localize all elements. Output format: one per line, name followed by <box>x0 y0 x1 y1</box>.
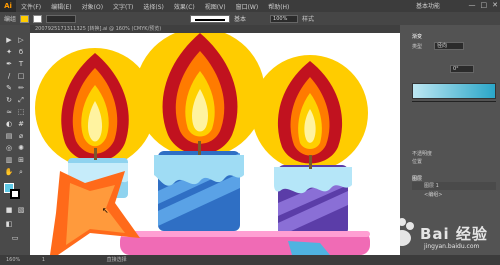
blend-tool-icon[interactable]: ◎ <box>3 143 15 153</box>
tools-panel: ▶ ▷ ✦ ϭ ✒ T / □ ✎ ✏ ↻ ⤢ ≈ ⬚ ◐ # ▤ ⌀ ◎ ✺ … <box>0 25 30 255</box>
baidu-jingyan-watermark: Bai 经验 jingyan.baidu.com <box>380 210 500 260</box>
type-tool-icon[interactable]: T <box>15 59 27 69</box>
magic-wand-icon[interactable]: ✦ <box>3 47 15 57</box>
menu-file[interactable]: 文件(F) <box>16 2 46 11</box>
zoom-level[interactable]: 160% <box>6 257 20 263</box>
stroke-swatch[interactable] <box>33 14 43 23</box>
eyedropper-icon[interactable]: ⌀ <box>15 131 27 141</box>
workspace-switcher[interactable]: 基本功能 <box>416 1 440 10</box>
watermark-text: Bai 经验 <box>420 225 488 243</box>
gradient-angle-field[interactable]: 0° <box>450 65 474 73</box>
candle-left <box>35 48 155 198</box>
pen-tool-icon[interactable]: ✒ <box>3 59 15 69</box>
stroke-color-box[interactable] <box>10 189 20 199</box>
zoom-tool-icon[interactable]: ⌕ <box>15 167 27 177</box>
width-tool-icon[interactable]: ≈ <box>3 107 15 117</box>
shape-builder-icon[interactable]: ◐ <box>3 119 15 129</box>
maximize-button[interactable]: □ <box>481 1 488 9</box>
candles-artwork: ↖ <box>35 33 370 255</box>
gradient-type-select[interactable]: 径向 <box>434 42 464 50</box>
stroke-style-label: 基本 <box>234 16 247 23</box>
location-label: 位置 <box>412 159 423 165</box>
artboard-tool-icon[interactable]: ⊞ <box>15 155 27 165</box>
lasso-tool-icon[interactable]: ϭ <box>15 47 27 57</box>
artboard-number[interactable]: 1 <box>42 257 45 263</box>
selection-type-label: 编组 <box>4 16 17 23</box>
layer-row-2[interactable]: <编组> <box>412 191 496 199</box>
direct-selection-tool-icon[interactable]: ▷ <box>15 35 27 45</box>
menu-object[interactable]: 对象(O) <box>77 2 108 11</box>
window-controls: — □ ✕ <box>469 1 499 9</box>
hand-tool-icon[interactable]: ✋ <box>3 167 15 177</box>
menu-bar: Ai 文件(F) 编辑(E) 对象(O) 文字(T) 选择(S) 效果(C) 视… <box>0 0 500 12</box>
candle-middle <box>135 33 265 231</box>
opacity-label: 不透明度 <box>412 151 433 157</box>
close-button[interactable]: ✕ <box>492 1 498 9</box>
layer-row-1[interactable]: 图层 1 <box>412 182 496 190</box>
fill-swatch[interactable] <box>20 14 30 23</box>
mesh-tool-icon[interactable]: # <box>15 119 27 129</box>
gradient-tool-icon[interactable]: ▤ <box>3 131 15 141</box>
free-transform-icon[interactable]: ⬚ <box>15 107 27 117</box>
line-tool-icon[interactable]: / <box>3 71 15 81</box>
rotate-tool-icon[interactable]: ↻ <box>3 95 15 105</box>
brush-tool-icon[interactable]: ✎ <box>3 83 15 93</box>
screen-mode-icon[interactable]: ▭ <box>9 233 21 243</box>
artboard-canvas[interactable]: ↖ <box>30 33 400 255</box>
selection-tool-icon[interactable]: ▶ <box>3 35 15 45</box>
gradient-mode-icon[interactable]: ▧ <box>15 205 27 215</box>
current-tool-status: 直接选择 <box>106 257 127 263</box>
tab-layers[interactable]: 图层 <box>412 175 422 182</box>
menu-effect[interactable]: 效果(C) <box>169 2 200 11</box>
menu-select[interactable]: 选择(S) <box>138 2 169 11</box>
watermark-url: jingyan.baidu.com <box>424 243 480 250</box>
gradient-preview-bar[interactable] <box>412 83 496 99</box>
svg-text:↖: ↖ <box>102 206 109 215</box>
paw-icon <box>386 218 414 246</box>
control-bar: 编组 基本 100% 样式 <box>0 12 500 25</box>
rectangle-tool-icon[interactable]: □ <box>15 71 27 81</box>
menu-window[interactable]: 窗口(W) <box>231 2 264 11</box>
menu-edit[interactable]: 编辑(E) <box>46 2 76 11</box>
color-mode-icon[interactable]: ■ <box>3 205 15 215</box>
pencil-tool-icon[interactable]: ✏ <box>15 83 27 93</box>
type-label: 类型 <box>412 44 423 50</box>
menu-type[interactable]: 文字(T) <box>108 2 138 11</box>
style-label: 样式 <box>302 16 315 23</box>
scale-tool-icon[interactable]: ⤢ <box>15 95 27 105</box>
opacity-field[interactable]: 100% <box>270 14 299 23</box>
stroke-profile-preview[interactable] <box>190 14 231 23</box>
document-tab[interactable]: 2007925171311325 [转换].ai @ 160% (CMYK/预览… <box>30 25 400 33</box>
menu-view[interactable]: 视图(V) <box>200 2 231 11</box>
graph-tool-icon[interactable]: ▥ <box>3 155 15 165</box>
tab-gradient[interactable]: 渐变 <box>412 33 422 40</box>
stroke-weight-field[interactable] <box>46 14 77 23</box>
candle-right <box>252 55 368 237</box>
symbol-sprayer-icon[interactable]: ✺ <box>15 143 27 153</box>
drawing-mode-icon[interactable]: ◧ <box>3 219 15 229</box>
app-logo: Ai <box>0 0 16 12</box>
menu-help[interactable]: 帮助(H) <box>263 2 294 11</box>
minimize-button[interactable]: — <box>469 1 476 9</box>
gradient-slider-track[interactable] <box>412 101 496 102</box>
